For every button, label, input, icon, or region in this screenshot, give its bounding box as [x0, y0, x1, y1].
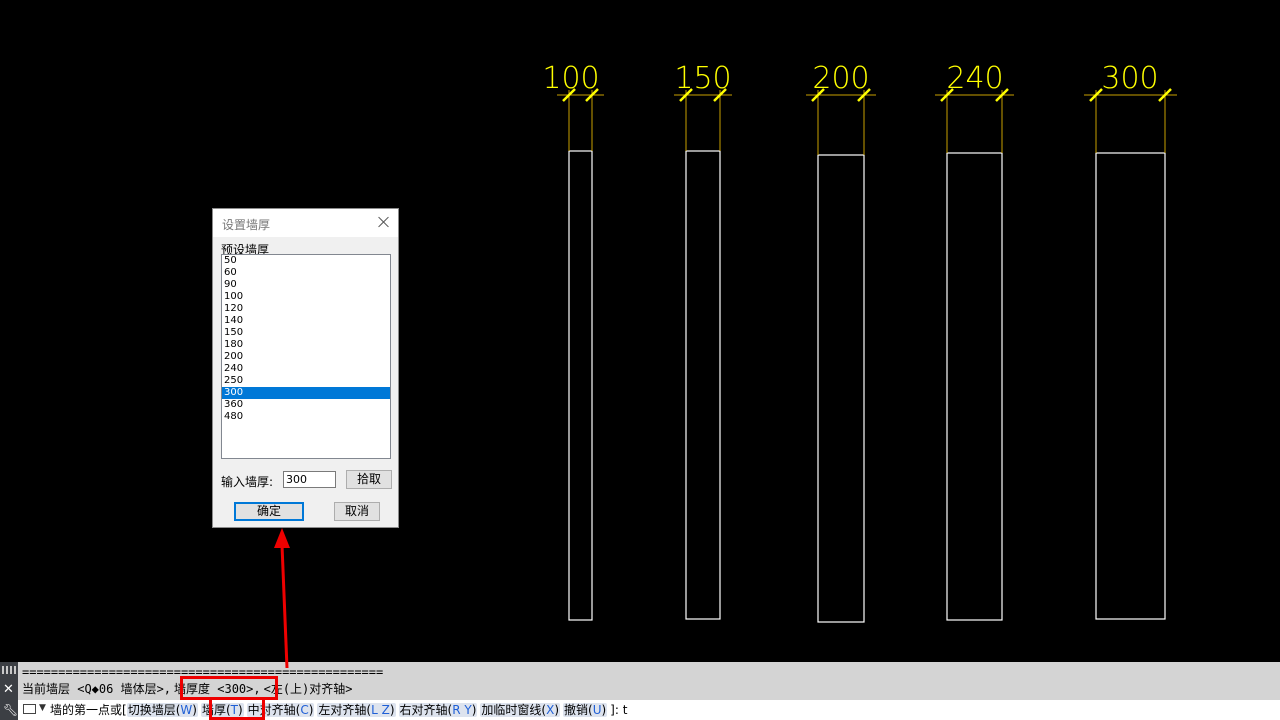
preset-item[interactable]: 300	[222, 387, 390, 399]
command-option-close: )	[308, 703, 314, 717]
dimension-label: 200	[812, 61, 869, 96]
command-option-close: )	[471, 703, 477, 717]
wall-outline	[817, 154, 865, 623]
command-option-close: )	[601, 703, 607, 717]
close-icon[interactable]	[376, 214, 392, 230]
drawing-canvas[interactable]: 100 150 200 240 300	[0, 0, 1280, 662]
highlight-box-option-t	[209, 697, 265, 720]
command-option-key: R Y	[452, 703, 472, 717]
preset-item[interactable]: 100	[222, 291, 390, 303]
prompt-tail: ]: t	[610, 703, 628, 717]
thickness-input[interactable]	[283, 471, 336, 488]
command-option-key: C	[300, 703, 309, 717]
close-icon[interactable]: ✕	[3, 683, 14, 697]
dimension-label: 100	[542, 61, 599, 96]
command-option[interactable]: 撤销(U)	[563, 703, 608, 717]
dimension-label: 300	[1101, 61, 1158, 96]
dialog-titlebar[interactable]: 设置墙厚	[213, 209, 398, 237]
command-option[interactable]: 切换墙层(W)	[126, 703, 198, 717]
command-option[interactable]: 右对齐轴(R Y)	[398, 703, 478, 717]
cancel-button[interactable]: 取消	[334, 502, 380, 521]
command-prompt: 墙的第一点或[切换墙层(W) 墙厚(T) 中对齐轴(C) 左对齐轴(L Z) 右对齐轴(…	[50, 702, 627, 718]
thickness-input-label: 输入墙厚:	[221, 475, 274, 489]
wall-outline	[685, 150, 721, 620]
wall-outline	[946, 152, 1003, 621]
command-option-close: )	[554, 703, 559, 717]
command-option-key: W	[180, 703, 193, 717]
pick-button[interactable]: 拾取	[346, 470, 392, 489]
chevron-down-icon[interactable]: ▼	[39, 703, 46, 713]
preset-item[interactable]: 200	[222, 351, 390, 363]
preset-item[interactable]: 180	[222, 339, 390, 351]
preset-item[interactable]: 60	[222, 267, 390, 279]
command-option-label: 右对齐轴(	[399, 703, 453, 717]
annotation-arrow	[274, 528, 290, 669]
command-line[interactable]: ▼ 墙的第一点或[切换墙层(W) 墙厚(T) 中对齐轴(C) 左对齐轴(L Z) 右对齐…	[18, 700, 1280, 720]
command-sidebar: ✕ 🔧︎	[0, 662, 18, 720]
command-option[interactable]: 左对齐轴(L Z)	[317, 703, 396, 717]
command-option-key: L Z	[371, 703, 390, 717]
command-option-label: 左对齐轴(	[318, 703, 372, 717]
preset-item[interactable]: 250	[222, 375, 390, 387]
dimension-label: 240	[946, 61, 1003, 96]
preset-thickness-list[interactable]: 50 60 90 100 120 140 150 180 200 240 250 300 360 480	[221, 254, 391, 459]
command-option-close: )	[192, 703, 197, 717]
ok-button[interactable]: 确定	[234, 502, 304, 521]
command-option-label: 撤销(	[564, 703, 593, 717]
preset-item[interactable]: 90	[222, 279, 390, 291]
wall-outline	[1095, 152, 1166, 620]
history-current-layer: 当前墙层 <Q◆06 墙体层>,	[22, 682, 172, 696]
preset-item[interactable]: 50	[222, 255, 390, 267]
wrench-icon[interactable]: 🔧︎	[3, 703, 18, 717]
preset-item[interactable]: 150	[222, 327, 390, 339]
command-option-close: )	[389, 703, 395, 717]
preset-item[interactable]: 360	[222, 399, 390, 411]
dimension-label: 150	[674, 61, 731, 96]
preset-item[interactable]: 120	[222, 303, 390, 315]
grip-icon[interactable]	[2, 666, 16, 674]
dialog-title: 设置墙厚	[222, 218, 271, 232]
command-option-label: 加临时窗线(	[481, 703, 547, 717]
prompt-lead: 墙的第一点或[	[50, 703, 127, 717]
wall-outline	[568, 150, 593, 621]
preset-item[interactable]: 480	[222, 411, 390, 423]
command-option-label: 切换墙层(	[127, 703, 181, 717]
command-option[interactable]: 加临时窗线(X)	[480, 703, 560, 717]
preset-item[interactable]: 140	[222, 315, 390, 327]
set-wall-thickness-dialog: 设置墙厚 预设墙厚 50 60 90 100 120 140 150 180 200 240 250…	[212, 208, 399, 528]
command-prompt-icon[interactable]	[23, 704, 36, 714]
preset-item[interactable]: 240	[222, 363, 390, 375]
